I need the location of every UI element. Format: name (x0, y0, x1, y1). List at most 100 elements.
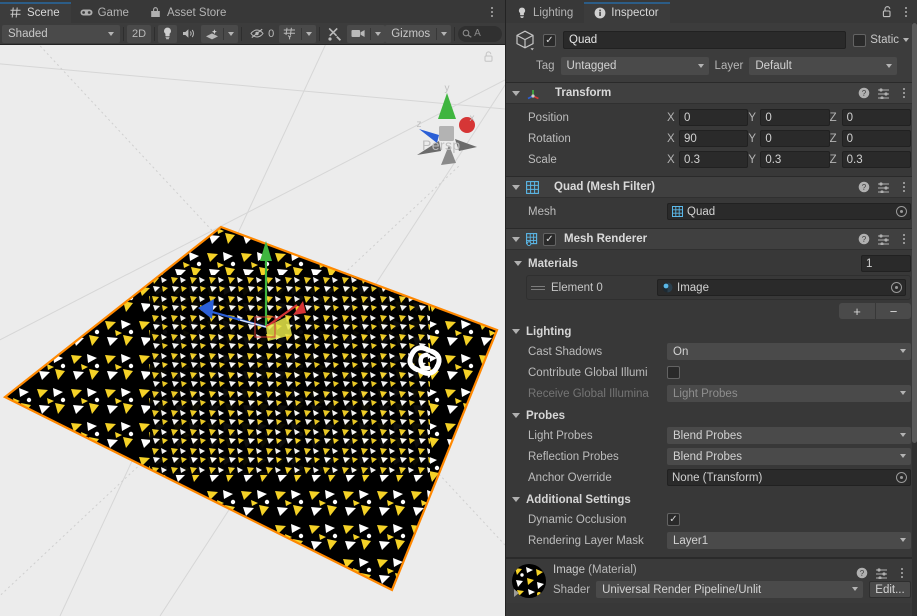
probes-foldout-icon[interactable] (512, 413, 520, 418)
cast-shadows-dropdown[interactable]: On (667, 343, 911, 360)
tab-scene[interactable]: Scene (0, 2, 71, 23)
rotation-z-field[interactable]: 0 (841, 130, 911, 147)
scale-z-field[interactable]: 0.3 (841, 151, 911, 168)
gizmos-dropdown-icon[interactable] (437, 31, 451, 36)
inspector-menu-icon[interactable] (899, 5, 913, 19)
static-toggle-group[interactable]: Static (853, 33, 909, 47)
shader-edit-label: Edit... (875, 583, 905, 596)
help-icon[interactable]: ? (856, 567, 868, 579)
shader-dropdown[interactable]: Universal Render Pipeline/Unlit (596, 581, 863, 598)
preset-icon[interactable] (877, 233, 890, 245)
lock-icon[interactable] (484, 51, 493, 62)
additional-settings-foldout-icon[interactable] (512, 497, 520, 502)
mesh-renderer-enabled-checkbox[interactable]: ✓ (543, 232, 556, 246)
mesh-renderer-menu-icon[interactable] (897, 232, 911, 246)
gizmos-label[interactable]: Gizmos (385, 28, 436, 40)
contribute-gi-checkbox[interactable] (667, 366, 680, 379)
gizmos-group[interactable]: Gizmos (385, 24, 452, 43)
scene-grid-group[interactable] (279, 24, 317, 43)
scene-tools-button[interactable] (323, 25, 347, 43)
position-z-field[interactable]: 0 (841, 109, 911, 126)
mesh-renderer-header[interactable]: ✓ Mesh Renderer ? (506, 229, 917, 250)
rotation-y-field[interactable]: 0 (760, 130, 830, 147)
reflection-probes-dropdown[interactable]: Blend Probes (667, 448, 911, 465)
inspector-scrollbar[interactable] (912, 23, 917, 616)
lighting-foldout-icon[interactable] (512, 329, 520, 334)
additional-settings-header[interactable]: Additional Settings (512, 490, 911, 509)
tag-dropdown[interactable]: Untagged (560, 57, 709, 75)
material-foldout-icon[interactable] (514, 589, 519, 597)
drag-handle-icon[interactable] (531, 285, 545, 290)
dynamic-occlusion-checkbox[interactable]: ✓ (667, 513, 680, 526)
grid-snap-icon[interactable] (279, 27, 301, 40)
help-icon[interactable]: ? (858, 87, 870, 99)
scene-audio-button[interactable] (177, 25, 201, 43)
scene-search-input[interactable]: A (458, 25, 503, 42)
lighting-section-header[interactable]: Lighting (512, 322, 911, 341)
scene-visibility-button[interactable]: 0 (245, 25, 279, 43)
element-0-object-field[interactable]: Image (657, 279, 906, 296)
transform-menu-icon[interactable] (897, 86, 911, 100)
rotation-x-field[interactable]: 90 (679, 130, 749, 147)
mesh-row: Mesh Quad (512, 202, 911, 221)
help-icon[interactable]: ? (858, 233, 870, 245)
transform-foldout-icon[interactable] (512, 90, 520, 96)
position-y-field[interactable]: 0 (760, 109, 830, 126)
add-material-button[interactable]: + (839, 303, 875, 319)
cast-shadows-label: Cast Shadows (528, 345, 603, 358)
mesh-filter-foldout-icon[interactable] (512, 184, 520, 190)
remove-material-button[interactable]: − (875, 303, 911, 319)
mesh-object-field[interactable]: Quad (667, 203, 911, 220)
scale-y-field[interactable]: 0.3 (760, 151, 830, 168)
light-probes-dropdown[interactable]: Blend Probes (667, 427, 911, 444)
rendering-layer-mask-dropdown[interactable]: Layer1 (667, 532, 911, 549)
mesh-filter-header[interactable]: Quad (Mesh Filter) ? (506, 177, 917, 198)
mesh-filter-menu-icon[interactable] (897, 180, 911, 194)
tab-inspector[interactable]: Inspector (584, 2, 670, 23)
camera-icon[interactable] (347, 29, 370, 38)
help-icon[interactable]: ? (858, 181, 870, 193)
fx-dropdown-icon[interactable] (224, 31, 238, 36)
component-transform: Transform ? Position X 0 Y 0 Z 0 Rotatio… (506, 83, 917, 177)
preset-icon[interactable] (875, 567, 888, 579)
probes-section-header[interactable]: Probes (512, 406, 911, 425)
materials-foldout-icon[interactable] (514, 261, 522, 266)
grid-dropdown-icon[interactable] (302, 31, 316, 36)
toggle-2d-button[interactable]: 2D (127, 24, 152, 43)
cast-shadows-row: Cast Shadows On (512, 342, 911, 361)
anchor-override-picker-icon[interactable] (896, 472, 907, 483)
remove-material-label: − (889, 303, 898, 319)
camera-dropdown-icon[interactable] (371, 31, 385, 36)
gameobject-name-field[interactable]: Quad (563, 31, 847, 49)
effects-icon[interactable] (201, 28, 223, 40)
element-0-object-picker-icon[interactable] (891, 282, 902, 293)
scene-fx-group[interactable] (201, 24, 239, 43)
preset-icon[interactable] (877, 181, 890, 193)
scene-panel-menu-icon[interactable] (485, 5, 499, 19)
anchor-override-object-field[interactable]: None (Transform) (667, 469, 911, 486)
projection-mode-label[interactable]: Persp (422, 137, 461, 153)
draw-mode-dropdown[interactable]: Shaded (2, 24, 120, 43)
shader-edit-button[interactable]: Edit... (869, 581, 911, 598)
unlock-icon[interactable] (882, 6, 892, 18)
materials-count-field[interactable]: 1 (861, 255, 911, 272)
material-menu-icon[interactable] (895, 566, 909, 580)
scene-camera-group[interactable] (347, 24, 386, 43)
mesh-renderer-foldout-icon[interactable] (512, 236, 520, 242)
materials-section-header[interactable]: Materials 1 (512, 254, 911, 273)
tab-asset-store[interactable]: Asset Store (140, 2, 237, 23)
layer-dropdown[interactable]: Default (749, 57, 898, 75)
static-checkbox[interactable] (853, 33, 867, 47)
cube-icon[interactable] (514, 29, 536, 51)
gameobject-enabled-checkbox[interactable]: ✓ (543, 33, 556, 47)
position-x-field[interactable]: 0 (679, 109, 749, 126)
scene-viewport[interactable]: y x z Persp (0, 45, 505, 616)
scale-x-field[interactable]: 0.3 (679, 151, 749, 168)
static-dropdown-icon[interactable] (903, 38, 909, 42)
tab-game[interactable]: Game (71, 2, 140, 23)
scene-lighting-button[interactable] (158, 24, 178, 43)
transform-header[interactable]: Transform ? (506, 83, 917, 104)
mesh-object-picker-icon[interactable] (896, 206, 907, 217)
tab-lighting[interactable]: Lighting (506, 2, 584, 23)
preset-icon[interactable] (877, 87, 890, 99)
